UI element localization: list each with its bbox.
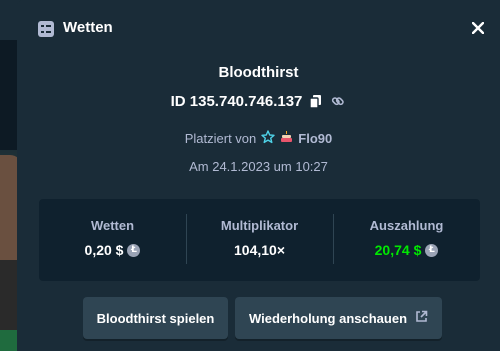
bet-id: ID 135.740.746.137 bbox=[170, 92, 303, 110]
multiplier-value: 104,10× bbox=[234, 242, 285, 258]
wager-value-row: 0,20 $ Ł bbox=[39, 242, 186, 258]
multiplier-label: Multiplikator bbox=[220, 218, 299, 233]
watch-replay-button[interactable]: Wiederholung anschauen bbox=[235, 297, 442, 339]
username-link[interactable]: Flo90 bbox=[298, 131, 332, 146]
wager-label: Wetten bbox=[90, 218, 135, 233]
cake-icon bbox=[280, 130, 293, 146]
stat-wager: Wetten 0,20 $ Ł bbox=[39, 199, 186, 281]
copy-icon[interactable] bbox=[308, 93, 324, 109]
play-game-label: Bloodthirst spielen bbox=[96, 310, 215, 326]
bet-date: Am 24.1.2023 um 10:27 bbox=[189, 159, 328, 174]
stat-multiplier: Multiplikator 104,10× bbox=[186, 199, 333, 281]
placed-by-label: Platziert von bbox=[184, 130, 257, 146]
play-game-button[interactable]: Bloodthirst spielen bbox=[83, 297, 228, 339]
external-link-icon bbox=[415, 310, 428, 326]
watch-replay-label: Wiederholung anschauen bbox=[248, 310, 408, 326]
bet-id-row: ID 135.740.746.137 bbox=[17, 90, 500, 112]
close-icon bbox=[472, 22, 484, 34]
game-name: Bloodthirst bbox=[218, 64, 299, 81]
placed-by-row: Platziert von Flo90 bbox=[17, 129, 500, 147]
payout-value-row: 20,74 $ Ł bbox=[333, 242, 480, 258]
vip-star-icon bbox=[261, 129, 275, 147]
bet-stats-panel: Wetten 0,20 $ Ł Multiplikator 104,10× Au… bbox=[39, 199, 480, 281]
modal-header: Wetten bbox=[17, 0, 500, 58]
bet-details-modal: Wetten Bloodthirst ID 135.740.746.137 Pl… bbox=[17, 0, 500, 351]
bets-list-icon bbox=[38, 21, 54, 37]
stat-payout: Auszahlung 20,74 $ Ł bbox=[333, 199, 480, 281]
link-icon[interactable] bbox=[330, 93, 346, 109]
litecoin-icon: Ł bbox=[425, 243, 439, 257]
payout-value: 20,74 $ bbox=[374, 242, 422, 258]
payout-label: Auszahlung bbox=[369, 218, 444, 233]
wager-value: 0,20 $ bbox=[84, 242, 124, 258]
multiplier-value-row: 104,10× bbox=[186, 242, 333, 258]
litecoin-icon: Ł bbox=[127, 243, 141, 257]
modal-title: Wetten bbox=[63, 19, 113, 36]
close-button[interactable] bbox=[467, 17, 489, 39]
